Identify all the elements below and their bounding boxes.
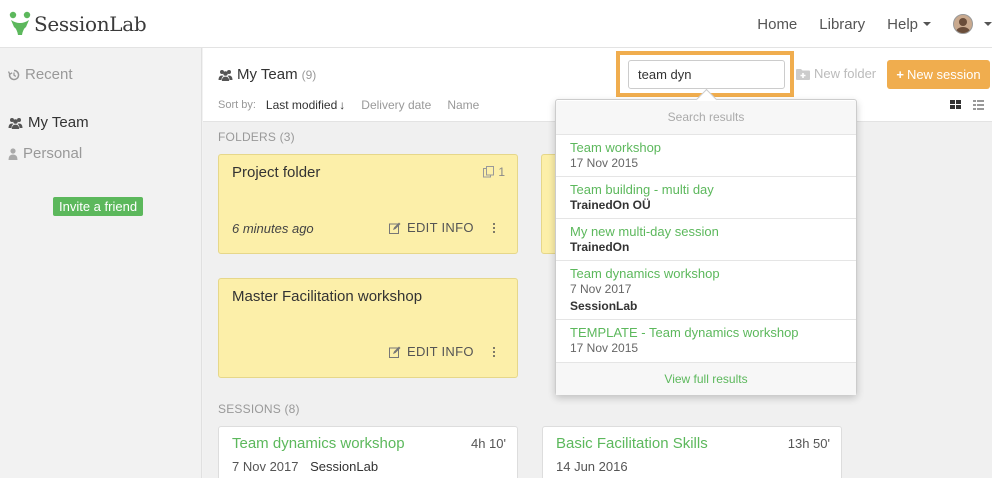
result-date: 17 Nov 2015 bbox=[570, 156, 639, 170]
copy-icon bbox=[483, 166, 495, 178]
search-result-item[interactable]: TEMPLATE - Team dynamics workshop 17 Nov… bbox=[556, 319, 856, 362]
sessions-section-label: SESSIONS (8) bbox=[218, 402, 300, 416]
edit-icon bbox=[389, 346, 401, 358]
result-title: Team dynamics workshop bbox=[570, 266, 720, 281]
edit-info-label: EDIT INFO bbox=[407, 344, 474, 359]
session-card[interactable]: Team dynamics workshop 4h 10' 7 Nov 2017… bbox=[218, 426, 518, 478]
users-icon bbox=[8, 117, 23, 129]
sort-name[interactable]: Name bbox=[447, 98, 479, 112]
logo-text: SessionLab bbox=[34, 12, 147, 36]
arrow-down-icon: ↓ bbox=[339, 98, 346, 112]
view-full-results-link[interactable]: View full results bbox=[556, 362, 856, 395]
users-icon bbox=[218, 69, 233, 81]
list-view-icon[interactable] bbox=[973, 100, 984, 110]
edit-info-button[interactable]: EDIT INFO bbox=[389, 220, 474, 235]
team-title-label: My Team bbox=[237, 66, 298, 83]
user-icon bbox=[8, 147, 18, 160]
team-count: (9) bbox=[301, 67, 317, 82]
session-org: SessionLab bbox=[310, 459, 379, 474]
folder-card[interactable]: Project folder 1 6 minutes ago EDIT INFO bbox=[218, 154, 518, 254]
more-menu-icon[interactable] bbox=[487, 345, 501, 359]
nav-help-label: Help bbox=[887, 15, 918, 33]
view-toggle bbox=[950, 100, 992, 110]
search-result-item[interactable]: My new multi-day session TrainedOn bbox=[556, 218, 856, 260]
result-title: Team building - multi day bbox=[570, 182, 714, 197]
folders-section-label: FOLDERS (3) bbox=[218, 130, 295, 144]
session-duration: 4h 10' bbox=[470, 436, 506, 451]
sidebar-item-label: Recent bbox=[25, 66, 73, 83]
top-nav: Home Library Help bbox=[757, 0, 992, 48]
result-org: SessionLab bbox=[570, 299, 638, 313]
edit-info-button[interactable]: EDIT INFO bbox=[389, 344, 474, 359]
sidebar-item-label: Personal bbox=[23, 145, 83, 162]
logo-icon bbox=[9, 11, 31, 35]
session-duration: 13h 50' bbox=[787, 436, 830, 451]
folder-copy-count: 1 bbox=[483, 165, 505, 179]
sessionlab-logo[interactable]: SessionLab bbox=[8, 8, 147, 40]
more-menu-icon[interactable] bbox=[487, 221, 501, 235]
session-title[interactable]: Basic Facilitation Skills bbox=[556, 435, 708, 452]
new-session-button[interactable]: + New session bbox=[887, 60, 990, 89]
invite-friend-button[interactable]: Invite a friend bbox=[53, 197, 144, 216]
sort-label: Sort by: bbox=[218, 99, 256, 111]
nav-library[interactable]: Library bbox=[819, 16, 865, 33]
search-result-item[interactable]: Team dynamics workshop 7 Nov 2017 Sessio… bbox=[556, 260, 856, 319]
plus-icon: + bbox=[896, 67, 904, 82]
search-input[interactable] bbox=[628, 60, 785, 89]
sort-last-modified[interactable]: Last modified ↓ bbox=[266, 98, 345, 112]
copy-count-value: 1 bbox=[498, 165, 505, 179]
result-title: TEMPLATE - Team dynamics workshop bbox=[570, 325, 799, 340]
folder-title: Master Facilitation workshop bbox=[232, 288, 423, 305]
result-org: TrainedOn bbox=[570, 240, 630, 254]
sort-bar: Sort by: Last modified ↓ Delivery date Na… bbox=[218, 98, 495, 112]
new-folder-label: New folder bbox=[814, 66, 877, 81]
sidebar-item-personal[interactable]: Personal bbox=[8, 145, 82, 162]
top-header: SessionLab Home Library Help bbox=[0, 0, 992, 48]
result-title: My new multi-day session bbox=[570, 224, 719, 239]
folder-modified-time: 6 minutes ago bbox=[232, 221, 314, 236]
user-menu[interactable] bbox=[953, 14, 992, 34]
folder-title: Project folder bbox=[232, 164, 321, 181]
edit-icon bbox=[389, 222, 401, 234]
session-date: 7 Nov 2017 bbox=[232, 459, 299, 474]
search-result-item[interactable]: Team building - multi day TrainedOn OÜ bbox=[556, 176, 856, 218]
sidebar-item-my-team[interactable]: My Team bbox=[8, 114, 89, 131]
new-folder-button[interactable]: New folder bbox=[796, 66, 876, 81]
search-results-dropdown: Search results Team workshop 17 Nov 2015… bbox=[555, 99, 857, 395]
folder-card[interactable]: Master Facilitation workshop EDIT INFO bbox=[218, 278, 518, 378]
new-session-label: New session bbox=[906, 67, 981, 82]
sidebar-item-label: My Team bbox=[28, 114, 89, 131]
result-date: 17 Nov 2015 bbox=[570, 341, 639, 355]
session-card[interactable]: Basic Facilitation Skills 13h 50' 14 Jun… bbox=[542, 426, 842, 478]
chevron-down-icon bbox=[923, 22, 931, 26]
nav-home[interactable]: Home bbox=[757, 16, 797, 33]
result-org: TrainedOn OÜ bbox=[570, 198, 651, 212]
search-result-item[interactable]: Team workshop 17 Nov 2015 bbox=[556, 134, 856, 176]
result-title: Team workshop bbox=[570, 140, 662, 155]
session-title[interactable]: Team dynamics workshop bbox=[232, 435, 405, 452]
sidebar-item-recent[interactable]: Recent bbox=[8, 66, 73, 83]
sort-option-label: Last modified bbox=[265, 98, 338, 112]
sidebar: Recent My Team Personal Invite a friend bbox=[0, 48, 202, 478]
chevron-down-icon bbox=[984, 22, 992, 26]
folder-plus-icon bbox=[796, 68, 810, 80]
history-icon bbox=[8, 69, 20, 81]
edit-info-label: EDIT INFO bbox=[407, 220, 474, 235]
sort-delivery-date[interactable]: Delivery date bbox=[361, 98, 431, 112]
search-results-header: Search results bbox=[556, 101, 856, 134]
result-date: 7 Nov 2017 bbox=[570, 282, 632, 296]
nav-help[interactable]: Help bbox=[887, 16, 931, 33]
session-meta: 7 Nov 2017 SessionLab bbox=[232, 459, 378, 474]
page-title: My Team (9) bbox=[218, 66, 316, 83]
grid-view-icon[interactable] bbox=[950, 100, 961, 110]
session-date: 14 Jun 2016 bbox=[556, 459, 628, 474]
avatar bbox=[953, 14, 973, 34]
